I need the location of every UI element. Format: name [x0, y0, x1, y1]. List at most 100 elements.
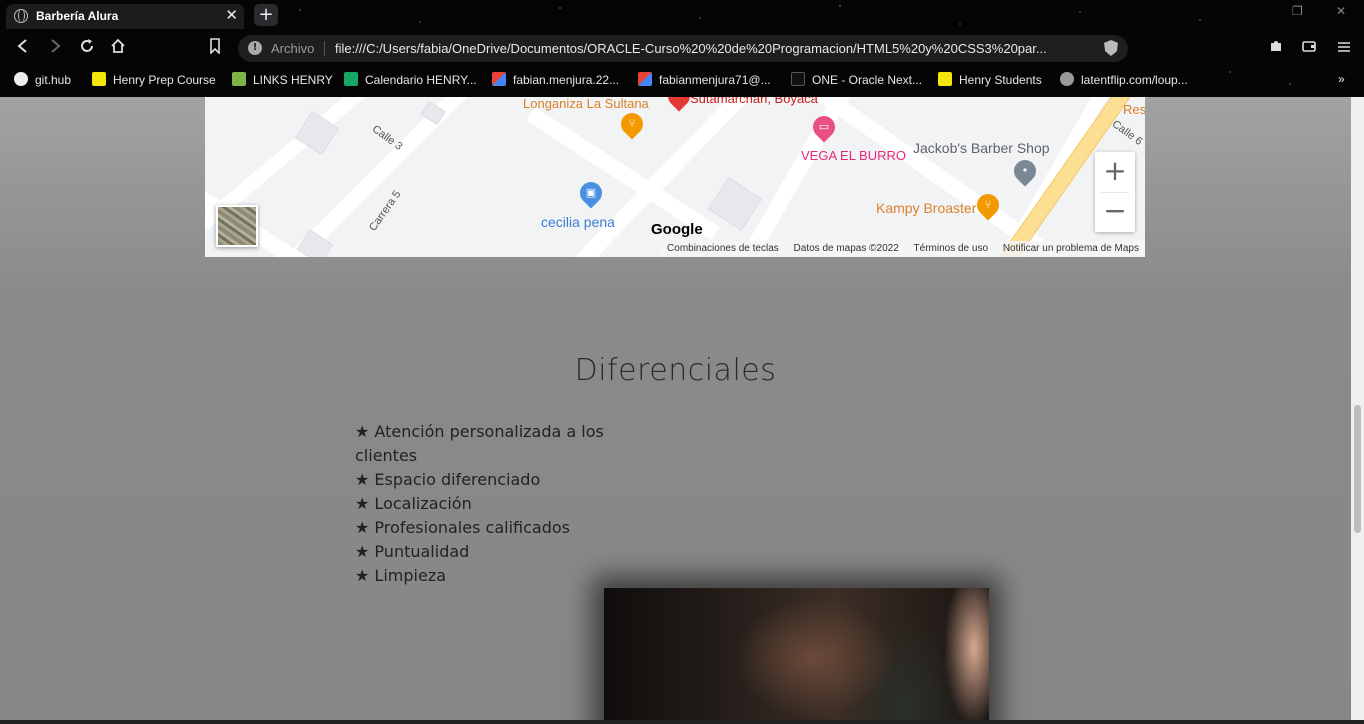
bookmark-label: latentflip.com/loup...	[1081, 73, 1188, 87]
globe-icon	[14, 9, 28, 23]
scrollbar-thumb[interactable]	[1354, 405, 1361, 533]
map-label-kampy[interactable]: Kampy Broaster	[876, 200, 976, 216]
forward-button[interactable]	[44, 38, 66, 60]
keyboard-shortcuts-link[interactable]: Combinaciones de teclas	[667, 243, 779, 254]
back-button[interactable]	[11, 38, 33, 60]
bookmark-button[interactable]	[204, 38, 226, 60]
bookmark-henry-students[interactable]: Henry Students	[938, 72, 1042, 88]
bookmark-label: fabianmenjura71@...	[659, 73, 771, 87]
henry-icon	[92, 72, 106, 86]
wallet-button[interactable]	[1298, 38, 1320, 60]
brave-shield-icon[interactable]	[1104, 40, 1118, 56]
embedded-map[interactable]: Longaniza La Sultana Sutamarchán, Boyacá…	[205, 97, 1145, 257]
home-icon	[111, 38, 125, 53]
shop-pin-icon[interactable]: ▣	[575, 177, 607, 209]
address-scheme-label: Archivo	[271, 41, 315, 56]
map-road	[205, 152, 733, 257]
bookmark-github[interactable]: git.hub	[14, 72, 71, 88]
forward-arrow-icon	[51, 39, 61, 53]
github-icon	[14, 72, 28, 86]
map-street-calle3: Calle 3	[369, 123, 405, 153]
map-block	[707, 177, 763, 231]
bookmark-gmail-2[interactable]: fabianmenjura71@...	[638, 72, 771, 88]
notebook-icon	[232, 72, 246, 86]
address-separator	[324, 41, 325, 56]
close-tab-icon[interactable]: ✕	[225, 6, 238, 24]
close-window-icon[interactable]: ✕	[1336, 4, 1346, 18]
browser-tab[interactable]: Barbería Alura ✕	[6, 4, 244, 29]
map-label-res[interactable]: Res	[1123, 102, 1145, 117]
address-bar[interactable]: ! Archivo file:///C:/Users/fabia/OneDriv…	[238, 35, 1128, 62]
list-item: ★ Localización	[355, 494, 472, 513]
browser-chrome: Barbería Alura ✕ + ❐ ✕ ! Archivo file://…	[0, 0, 1364, 97]
map-attribution: Combinaciones de teclas Datos de mapas ©…	[661, 241, 1145, 257]
map-label-sutamarchan[interactable]: Sutamarchán, Boyacá	[690, 97, 818, 106]
gmail-icon	[638, 72, 652, 86]
terms-link[interactable]: Términos de uso	[914, 243, 988, 254]
bookmark-label: fabian.menjura.22...	[513, 73, 620, 87]
more-bookmarks-button[interactable]: »	[1338, 72, 1345, 88]
map-marker-location[interactable]	[663, 97, 695, 112]
new-tab-button[interactable]: +	[254, 4, 278, 26]
bookmark-label: Henry Students	[959, 73, 1042, 87]
reload-button[interactable]	[76, 38, 98, 60]
map-data-label: Datos de mapas ©2022	[793, 243, 899, 254]
barber-pin-icon[interactable]: •	[1009, 155, 1041, 187]
satellite-toggle-button[interactable]	[216, 205, 258, 247]
section-title: Diferenciales	[574, 353, 777, 388]
bookmark-icon	[210, 38, 220, 55]
bookmark-latentflip[interactable]: latentflip.com/loup...	[1060, 72, 1188, 88]
google-logo: Google	[651, 221, 703, 238]
bookmark-henry-prep[interactable]: Henry Prep Course	[92, 72, 216, 88]
list-item: ★ Puntualidad	[355, 542, 470, 561]
map-street-carrera5: Carrera 5	[366, 188, 404, 234]
map-label-cecilia[interactable]: cecilia pena	[541, 214, 615, 230]
restore-window-icon[interactable]: ❐	[1292, 4, 1303, 18]
differentials-list: ★ Atención personalizada a los clientes …	[355, 420, 635, 588]
zoom-controls: + −	[1095, 152, 1135, 232]
lodging-pin-icon[interactable]: ▭	[808, 111, 840, 143]
bookmark-label: Calendario HENRY...	[365, 73, 477, 87]
bookmark-calendario[interactable]: Calendario HENRY...	[344, 72, 477, 88]
home-button[interactable]	[107, 38, 129, 60]
list-item: ★ Atención personalizada a los clientes	[355, 422, 604, 465]
bookmark-links-henry[interactable]: LINKS HENRY	[232, 72, 333, 88]
restaurant-pin-icon[interactable]: ⑂	[972, 189, 1004, 221]
list-item: ★ Espacio diferenciado	[355, 470, 541, 489]
henry-icon	[938, 72, 952, 86]
hamburger-menu-icon	[1338, 42, 1350, 52]
barber-photo	[604, 588, 989, 721]
bookmark-label: git.hub	[35, 73, 72, 87]
extensions-button[interactable]	[1265, 38, 1287, 60]
menu-button[interactable]	[1333, 38, 1355, 60]
gmail-icon	[492, 72, 506, 86]
vertical-scrollbar[interactable]	[1351, 97, 1364, 721]
bookmark-label: LINKS HENRY	[253, 73, 333, 87]
report-problem-link[interactable]: Notificar un problema de Maps	[1003, 243, 1139, 254]
zoom-out-button[interactable]: −	[1095, 192, 1135, 232]
bookmark-label: ONE - Oracle Next...	[812, 73, 923, 87]
page-viewport: Longaniza La Sultana Sutamarchán, Boyacá…	[0, 97, 1351, 721]
info-icon[interactable]: !	[248, 41, 262, 55]
map-label-jackob[interactable]: Jackob's Barber Shop	[913, 140, 1050, 156]
list-item: ★ Limpieza	[355, 566, 447, 585]
map-label-vega[interactable]: VEGA EL BURRO	[801, 148, 906, 163]
bookmark-label: Henry Prep Course	[113, 73, 216, 87]
alura-icon	[791, 72, 805, 86]
back-arrow-icon	[17, 39, 27, 53]
globe-icon	[1060, 72, 1074, 86]
chevron-right-double-icon: »	[1338, 72, 1345, 86]
puzzle-icon	[1271, 41, 1281, 51]
bookmark-oracle-next[interactable]: ONE - Oracle Next...	[791, 72, 922, 88]
tab-title: Barbería Alura	[36, 9, 119, 23]
wallet-icon	[1302, 41, 1316, 52]
bookmark-gmail-1[interactable]: fabian.menjura.22...	[492, 72, 619, 88]
window-bottom-edge	[0, 720, 1364, 724]
list-item: ★ Profesionales calificados	[355, 518, 570, 537]
map-label-longaniza[interactable]: Longaniza La Sultana	[523, 97, 649, 111]
map-street-calle6: Calle 6	[1109, 118, 1145, 148]
zoom-in-button[interactable]: +	[1095, 152, 1135, 192]
sheets-icon	[344, 72, 358, 86]
restaurant-pin-icon[interactable]: ⑂	[616, 108, 648, 140]
address-url[interactable]: file:///C:/Users/fabia/OneDrive/Document…	[335, 41, 1047, 56]
